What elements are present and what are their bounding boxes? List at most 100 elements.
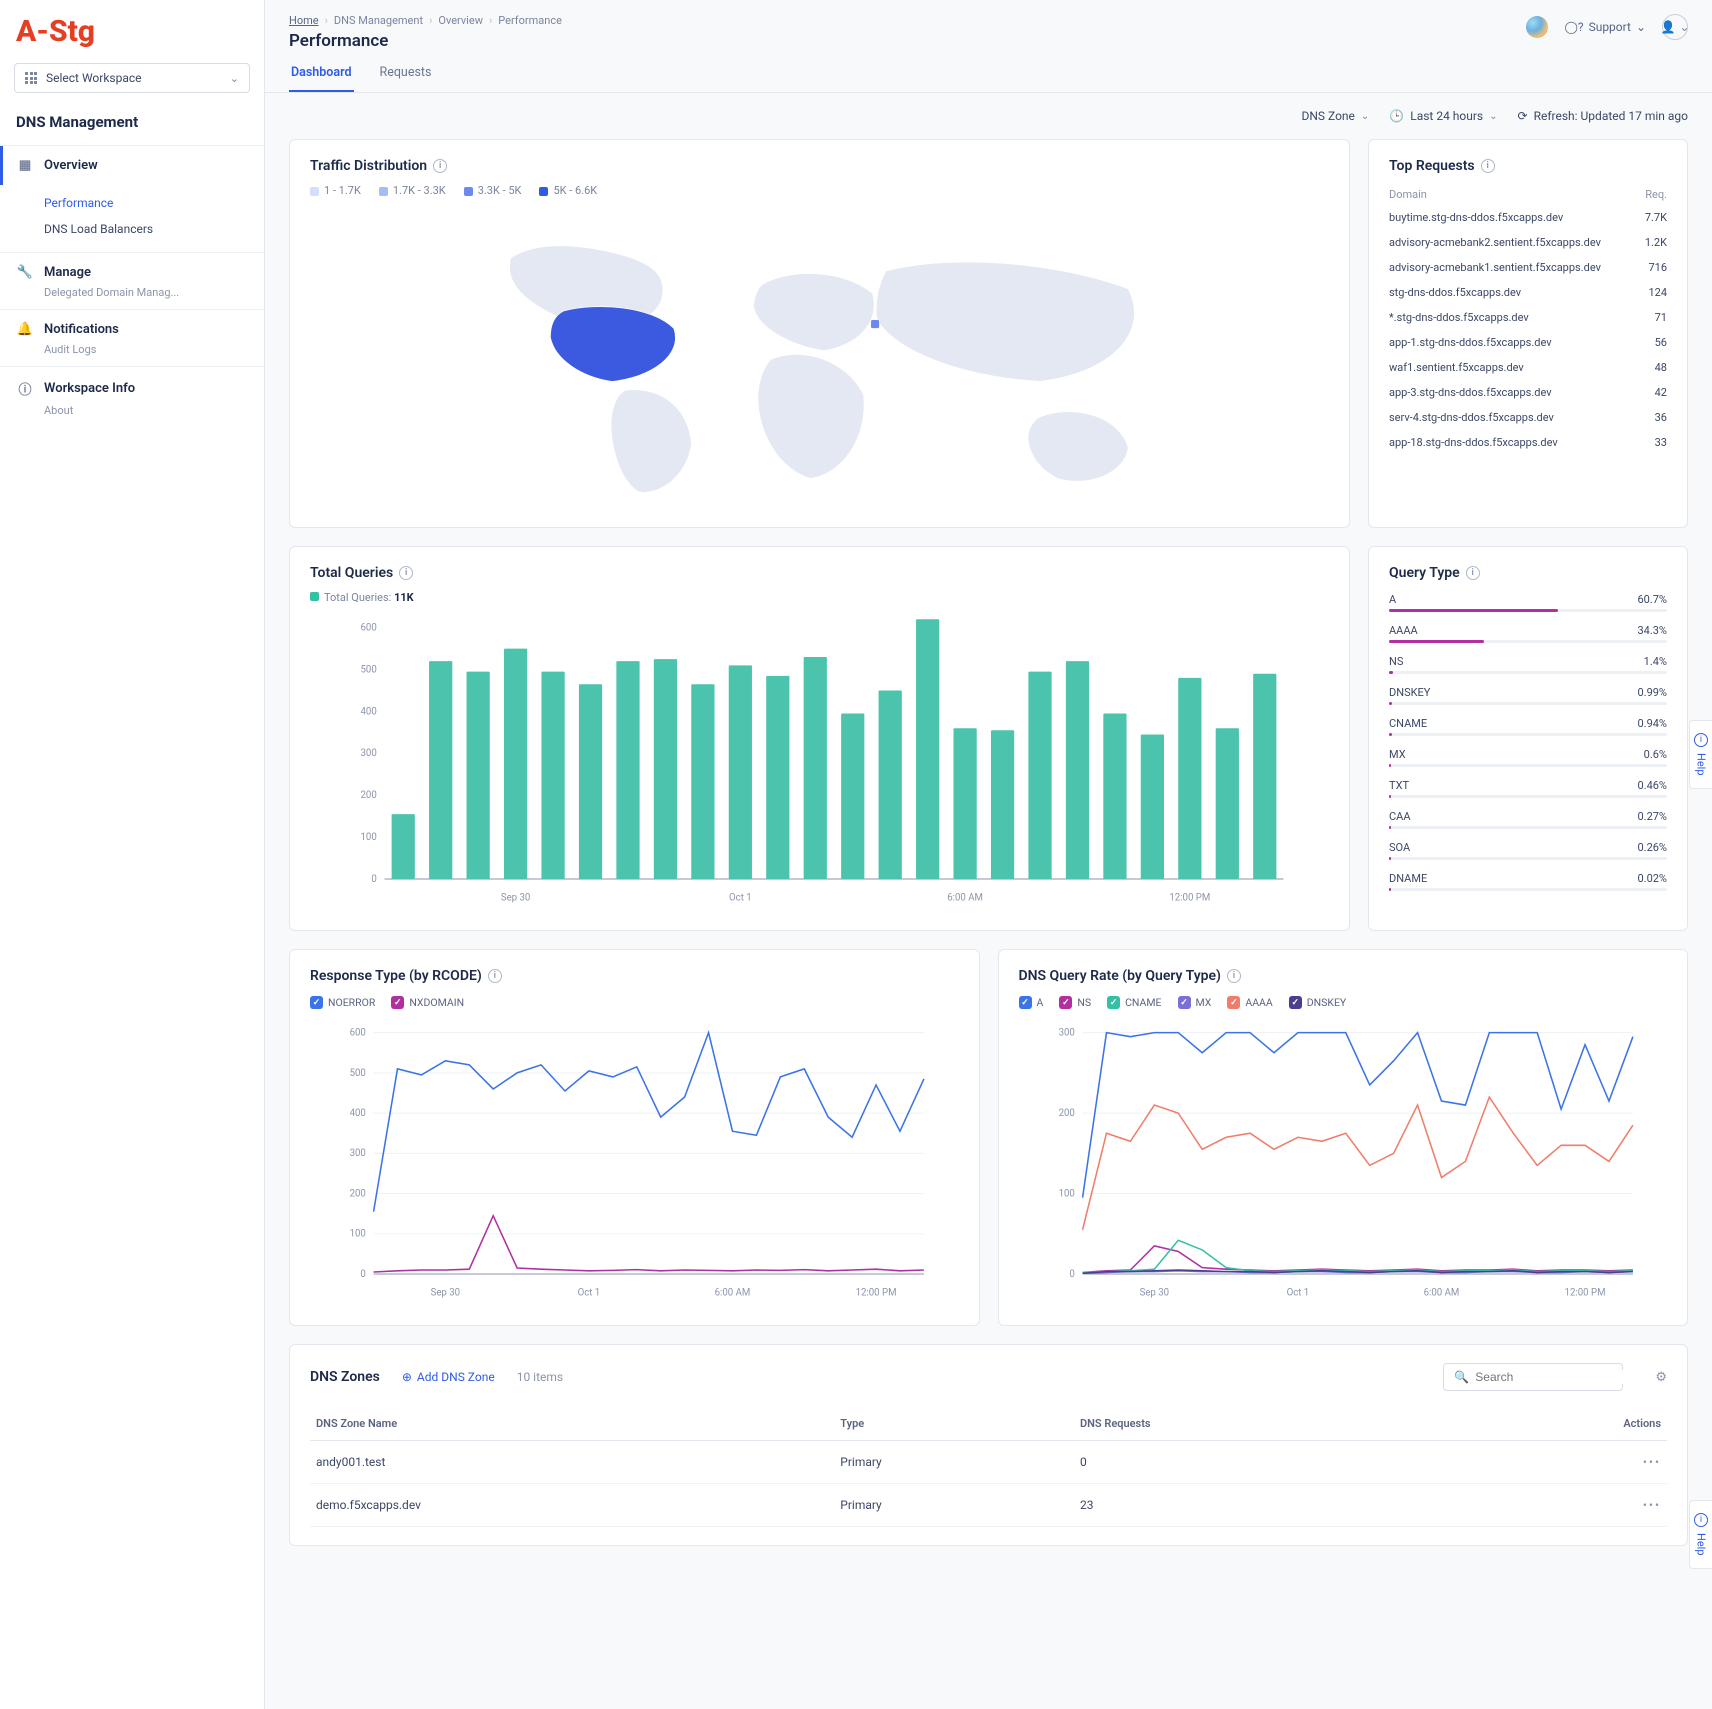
zone-actions[interactable]: ••• [1444, 1441, 1667, 1484]
chevron-down-icon: ⌄ [1636, 20, 1646, 34]
world-map [310, 205, 1329, 509]
help-tab[interactable]: iHelp [1689, 720, 1712, 789]
top-requests-col-req: Req. [1645, 188, 1667, 201]
qt-label: DNAME [1389, 872, 1427, 885]
qt-label: MX [1389, 748, 1406, 761]
top-request-row[interactable]: *.stg-dns-ddos.f5xcapps.dev71 [1389, 305, 1667, 330]
info-icon[interactable]: i [399, 566, 413, 580]
series-toggle[interactable]: ✓CNAME [1107, 996, 1161, 1009]
zones-col-type[interactable]: Type [834, 1407, 1074, 1441]
qt-pct: 0.6% [1644, 748, 1667, 761]
total-queries-title: Total Queries [310, 565, 393, 581]
nav-overview[interactable]: ▦ Overview [0, 146, 264, 185]
top-request-row[interactable]: buytime.stg-dns-ddos.f5xcapps.dev7.7K [1389, 205, 1667, 230]
nav-performance[interactable]: Performance [44, 190, 264, 216]
top-request-count: 71 [1655, 311, 1667, 324]
query-type-title: Query Type [1389, 565, 1460, 581]
zones-search[interactable]: 🔍 [1443, 1363, 1623, 1391]
refresh-button[interactable]: ⟳ Refresh: Updated 17 min ago [1518, 109, 1688, 123]
series-label: A [1037, 996, 1044, 1009]
breadcrumb-dns[interactable]: DNS Management [334, 14, 423, 27]
info-icon[interactable]: i [1466, 566, 1480, 580]
top-request-row[interactable]: waf1.sentient.f5xcapps.dev 48 [1389, 355, 1667, 380]
dns-zones-card: DNS Zones ⊕Add DNS Zone 10 items 🔍 ⚙ DNS… [289, 1344, 1688, 1546]
info-icon[interactable]: i [433, 159, 447, 173]
zones-search-input[interactable] [1475, 1370, 1630, 1384]
add-zone-label: Add DNS Zone [417, 1370, 495, 1384]
tab-requests[interactable]: Requests [378, 65, 434, 92]
zones-col-name[interactable]: DNS Zone Name [310, 1407, 834, 1441]
tab-dashboard[interactable]: Dashboard [289, 65, 354, 92]
series-toggle[interactable]: ✓DNSKEY [1289, 996, 1346, 1009]
qt-pct: 0.46% [1637, 779, 1667, 792]
chevron-down-icon: ⌄ [1489, 111, 1497, 122]
zone-row[interactable]: demo.f5xcapps.devPrimary23••• [310, 1484, 1667, 1527]
series-toggle[interactable]: ✓A [1019, 996, 1044, 1009]
top-request-domain: app-18.stg-dns-ddos.f5xcapps.dev [1389, 436, 1558, 449]
checkbox-icon: ✓ [391, 996, 404, 1009]
timerange-selector[interactable]: 🕒 Last 24 hours ⌄ [1389, 109, 1497, 123]
support-menu[interactable]: ◯? Support ⌄ [1564, 20, 1646, 34]
series-label: CNAME [1125, 996, 1161, 1009]
help-tab[interactable]: iHelp [1689, 1500, 1712, 1569]
qt-pct: 60.7% [1637, 593, 1667, 606]
top-request-domain: waf1.sentient.f5xcapps.dev [1389, 361, 1524, 374]
info-icon[interactable]: i [488, 969, 502, 983]
top-request-row[interactable]: serv-4.stg-dns-ddos.f5xcapps.dev36 [1389, 405, 1667, 430]
top-request-count: 48 [1655, 361, 1667, 374]
svg-text:200: 200 [360, 790, 376, 801]
svg-text:100: 100 [350, 1229, 366, 1240]
nav-dns-lb[interactable]: DNS Load Balancers [44, 216, 264, 242]
top-request-row[interactable]: app-1.stg-dns-ddos.f5xcapps.dev56 [1389, 330, 1667, 355]
zones-col-actions: Actions [1444, 1407, 1667, 1441]
gear-icon[interactable]: ⚙ [1655, 1370, 1667, 1385]
top-request-row[interactable]: advisory-acmebank1.sentient.f5xcapps.dev… [1389, 255, 1667, 280]
series-toggle[interactable]: ✓NS [1059, 996, 1091, 1009]
traffic-legend-item: 1.7K - 3.3K [379, 184, 446, 197]
info-icon: ⓘ [16, 379, 34, 398]
total-queries-legend: Total Queries: 11K [310, 591, 1329, 604]
add-dns-zone-button[interactable]: ⊕Add DNS Zone [402, 1370, 495, 1384]
info-icon[interactable]: i [1227, 969, 1241, 983]
nav-notifications-label: Notifications [44, 322, 119, 337]
user-avatar[interactable]: 👤 ⌄ [1662, 14, 1688, 40]
top-request-domain: app-3.stg-dns-ddos.f5xcapps.dev [1389, 386, 1552, 399]
query-type-row: NS1.4% [1389, 655, 1667, 674]
checkbox-icon: ✓ [1289, 996, 1302, 1009]
series-toggle[interactable]: ✓NOERROR [310, 996, 375, 1009]
series-toggle[interactable]: ✓NXDOMAIN [391, 996, 464, 1009]
top-request-row[interactable]: app-3.stg-dns-ddos.f5xcapps.dev42 [1389, 380, 1667, 405]
page-title: Performance [289, 31, 562, 51]
zone-row[interactable]: andy001.testPrimary0••• [310, 1441, 1667, 1484]
series-toggle[interactable]: ✓MX [1178, 996, 1212, 1009]
top-requests-card: Top Requestsi Domain Req. buytime.stg-dn… [1368, 139, 1688, 528]
qt-pct: 1.4% [1644, 655, 1667, 668]
svg-text:100: 100 [1058, 1188, 1074, 1199]
nav-overview-label: Overview [44, 158, 98, 173]
product-orb-icon[interactable] [1526, 16, 1548, 38]
total-queries-card: Total Queriesi Total Queries: 11K 010020… [289, 546, 1350, 931]
svg-text:100: 100 [360, 832, 376, 843]
workspace-selector-label: Select Workspace [46, 71, 142, 85]
zone-actions[interactable]: ••• [1444, 1484, 1667, 1527]
qt-pct: 0.94% [1637, 717, 1667, 730]
svg-text:600: 600 [360, 623, 376, 634]
help-icon: i [1694, 1513, 1708, 1527]
series-label: MX [1196, 996, 1212, 1009]
zones-col-req[interactable]: DNS Requests [1074, 1407, 1444, 1441]
top-request-row[interactable]: app-18.stg-dns-ddos.f5xcapps.dev33 [1389, 430, 1667, 455]
help-label: Help [1695, 753, 1708, 776]
breadcrumb-home[interactable]: Home [289, 14, 319, 27]
timerange-label: Last 24 hours [1410, 109, 1483, 123]
info-icon[interactable]: i [1481, 159, 1495, 173]
dns-zone-selector[interactable]: DNS Zone ⌄ [1301, 109, 1369, 123]
svg-text:6:00 AM: 6:00 AM [947, 892, 983, 903]
series-toggle[interactable]: ✓AAAA [1227, 996, 1272, 1009]
workspace-selector[interactable]: Select Workspace ⌄ [14, 63, 250, 93]
zone-type: Primary [834, 1484, 1074, 1527]
checkbox-icon: ✓ [1019, 996, 1032, 1009]
breadcrumb-overview[interactable]: Overview [438, 14, 483, 27]
top-request-domain: advisory-acmebank1.sentient.f5xcapps.dev [1389, 261, 1601, 274]
top-request-row[interactable]: advisory-acmebank2.sentient.f5xcapps.dev… [1389, 230, 1667, 255]
top-request-row[interactable]: stg-dns-ddos.f5xcapps.dev124 [1389, 280, 1667, 305]
